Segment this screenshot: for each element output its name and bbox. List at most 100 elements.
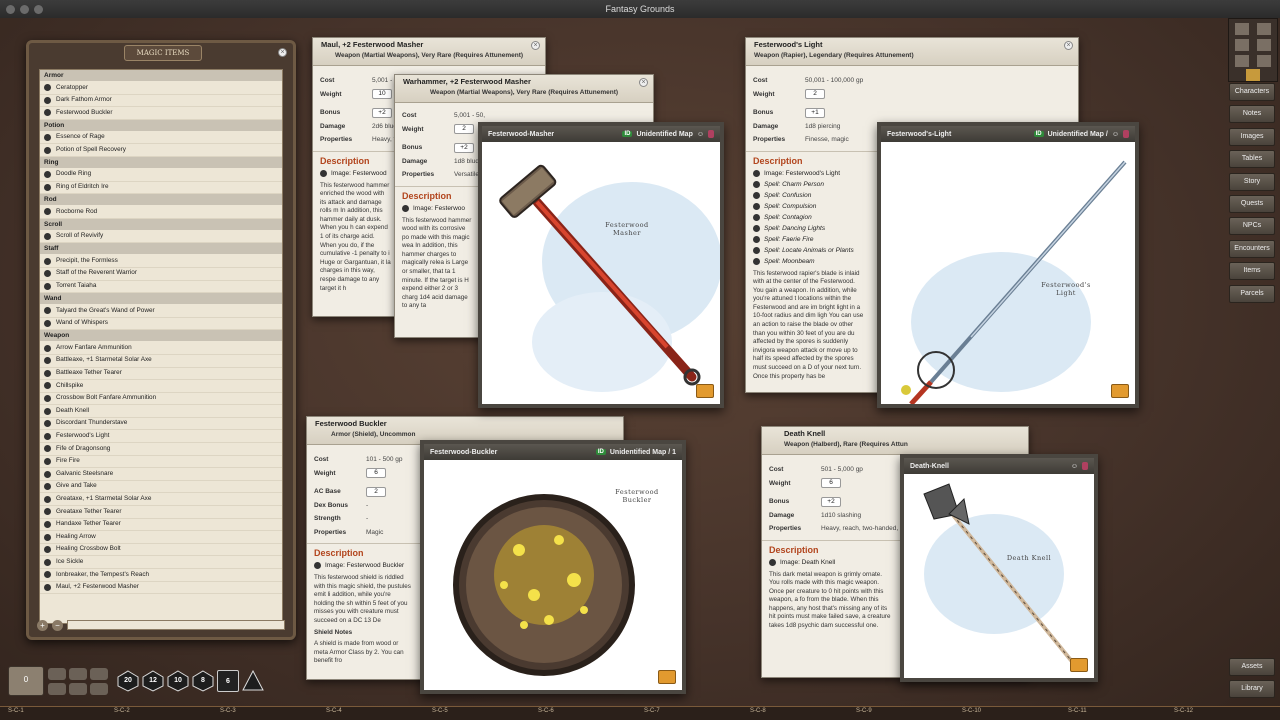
sidebar-button[interactable]: Assets bbox=[1229, 658, 1275, 676]
list-item[interactable]: Festerwood's Light bbox=[40, 430, 282, 443]
item-link-icon[interactable] bbox=[44, 445, 51, 452]
list-item[interactable]: Fife of Dragonsong bbox=[40, 443, 282, 456]
item-link-icon[interactable] bbox=[44, 433, 51, 440]
tool-icon[interactable] bbox=[1235, 39, 1249, 51]
list-item[interactable]: Crossbow Bolt Fanfare Ammunition bbox=[40, 393, 282, 406]
remove-icon[interactable]: − bbox=[52, 620, 63, 631]
spell-link-icon[interactable] bbox=[753, 258, 760, 265]
list-item[interactable]: Staff of the Reverent Warrior bbox=[40, 268, 282, 281]
list-item[interactable]: Battleaxe Tether Tearer bbox=[40, 368, 282, 381]
image-link-icon[interactable] bbox=[320, 170, 327, 177]
list-item[interactable]: Handaxe Tether Tearer bbox=[40, 519, 282, 532]
image-link[interactable]: Image: Festerwood's Light bbox=[764, 170, 840, 177]
sidebar-button[interactable]: Notes bbox=[1229, 105, 1275, 123]
d4-die-icon[interactable] bbox=[242, 670, 264, 692]
item-link-icon[interactable] bbox=[44, 208, 51, 215]
list-item[interactable]: Chillspike bbox=[40, 380, 282, 393]
item-link-icon[interactable] bbox=[44, 147, 51, 154]
item-link-icon[interactable] bbox=[44, 97, 51, 104]
modifier-button[interactable] bbox=[69, 683, 87, 695]
list-item[interactable]: Arrow Fanfare Ammunition bbox=[40, 342, 282, 355]
item-link-icon[interactable] bbox=[44, 345, 51, 352]
image-link[interactable]: Image: Festerwoo bbox=[413, 205, 465, 212]
item-link-icon[interactable] bbox=[44, 521, 51, 528]
modifier-button[interactable] bbox=[69, 668, 87, 680]
category-header[interactable]: Potion bbox=[40, 120, 282, 132]
item-link-icon[interactable] bbox=[44, 534, 51, 541]
bonus-field[interactable]: +1 bbox=[805, 108, 825, 118]
players-icon[interactable]: ☺ bbox=[1071, 463, 1078, 470]
list-item[interactable]: Ceratopper bbox=[40, 82, 282, 95]
close-icon[interactable]: × bbox=[278, 48, 287, 57]
item-link-icon[interactable] bbox=[44, 357, 51, 364]
weight-field[interactable]: 2 bbox=[805, 89, 825, 99]
close-icon[interactable]: × bbox=[1064, 41, 1073, 50]
sidebar-button[interactable]: Items bbox=[1229, 262, 1275, 280]
image-link[interactable]: Image: Death Knell bbox=[780, 559, 835, 566]
d20-die-icon[interactable]: 20 bbox=[117, 670, 139, 692]
list-item[interactable]: Battleaxe, +1 Starmetal Solar Axe bbox=[40, 355, 282, 368]
image-link-icon[interactable] bbox=[769, 559, 776, 566]
sidebar-button[interactable]: Characters bbox=[1229, 83, 1275, 101]
list-item[interactable]: Festerwood Buckler bbox=[40, 107, 282, 120]
close-icon[interactable]: × bbox=[531, 41, 540, 50]
list-item[interactable]: Discordant Thunderstave bbox=[40, 418, 282, 431]
category-header[interactable]: Ring bbox=[40, 157, 282, 169]
item-link-icon[interactable] bbox=[44, 408, 51, 415]
list-item[interactable]: Potion of Spell Recovery bbox=[40, 144, 282, 157]
add-icon[interactable]: + bbox=[37, 620, 48, 631]
close-icon[interactable]: × bbox=[639, 78, 648, 87]
players-icon[interactable]: ☺ bbox=[1112, 131, 1119, 138]
sidebar-button[interactable]: Images bbox=[1229, 128, 1275, 146]
sidebar-button[interactable]: Tables bbox=[1229, 150, 1275, 168]
list-item[interactable]: Greataxe, +1 Starmetal Solar Axe bbox=[40, 493, 282, 506]
image-link-icon[interactable] bbox=[402, 205, 409, 212]
category-header[interactable]: Wand bbox=[40, 293, 282, 305]
d6-die-icon[interactable]: 6 bbox=[217, 670, 239, 692]
spell-link-icon[interactable] bbox=[753, 214, 760, 221]
item-link-icon[interactable] bbox=[44, 258, 51, 265]
item-link-icon[interactable] bbox=[44, 382, 51, 389]
tool-icon[interactable] bbox=[1257, 55, 1271, 67]
item-link-icon[interactable] bbox=[44, 546, 51, 553]
tool-icon[interactable] bbox=[1257, 23, 1271, 35]
item-link-icon[interactable] bbox=[44, 233, 51, 240]
identified-badge[interactable]: ID bbox=[622, 131, 632, 137]
tool-icon[interactable] bbox=[1246, 69, 1260, 81]
bonus-field[interactable]: +2 bbox=[821, 497, 841, 507]
item-link-icon[interactable] bbox=[44, 496, 51, 503]
item-link-icon[interactable] bbox=[44, 184, 51, 191]
modifier-box[interactable]: 0 bbox=[8, 666, 44, 696]
list-item[interactable]: Healing Crossbow Bolt bbox=[40, 544, 282, 557]
bonus-field[interactable]: +2 bbox=[454, 143, 474, 153]
list-item[interactable]: Death Knell bbox=[40, 405, 282, 418]
list-item[interactable]: Give and Take bbox=[40, 481, 282, 494]
lock-icon[interactable] bbox=[1082, 462, 1088, 470]
image-link[interactable]: Image: Festerwood bbox=[331, 170, 387, 177]
weight-field[interactable]: 6 bbox=[366, 468, 386, 478]
category-header[interactable]: Staff bbox=[40, 243, 282, 255]
list-item[interactable]: Ring of Eldritch Ire bbox=[40, 182, 282, 195]
list-item[interactable]: Precipit, the Formless bbox=[40, 255, 282, 268]
spell-link-icon[interactable] bbox=[753, 236, 760, 243]
tool-icon[interactable] bbox=[1257, 39, 1271, 51]
image-toolbar-icon[interactable] bbox=[1070, 658, 1088, 672]
item-link-icon[interactable] bbox=[44, 471, 51, 478]
lock-icon[interactable] bbox=[708, 130, 714, 138]
list-item[interactable]: Doodle Ring bbox=[40, 169, 282, 182]
sidebar-button[interactable]: Library bbox=[1229, 680, 1275, 698]
weight-field[interactable]: 6 bbox=[821, 478, 841, 488]
item-link-icon[interactable] bbox=[44, 395, 51, 402]
image-toolbar-icon[interactable] bbox=[658, 670, 676, 684]
list-item[interactable]: Talyard the Great's Wand of Power bbox=[40, 305, 282, 318]
category-header[interactable]: Weapon bbox=[40, 330, 282, 342]
item-link-icon[interactable] bbox=[44, 109, 51, 116]
modifier-button[interactable] bbox=[90, 683, 108, 695]
category-header[interactable]: Rod bbox=[40, 194, 282, 206]
close-window-button[interactable] bbox=[6, 5, 15, 14]
category-header[interactable]: Scroll bbox=[40, 219, 282, 231]
image-link-icon[interactable] bbox=[753, 170, 760, 177]
item-link-icon[interactable] bbox=[44, 320, 51, 327]
d8-die-icon[interactable]: 8 bbox=[192, 670, 214, 692]
identified-badge[interactable]: ID bbox=[596, 449, 606, 455]
